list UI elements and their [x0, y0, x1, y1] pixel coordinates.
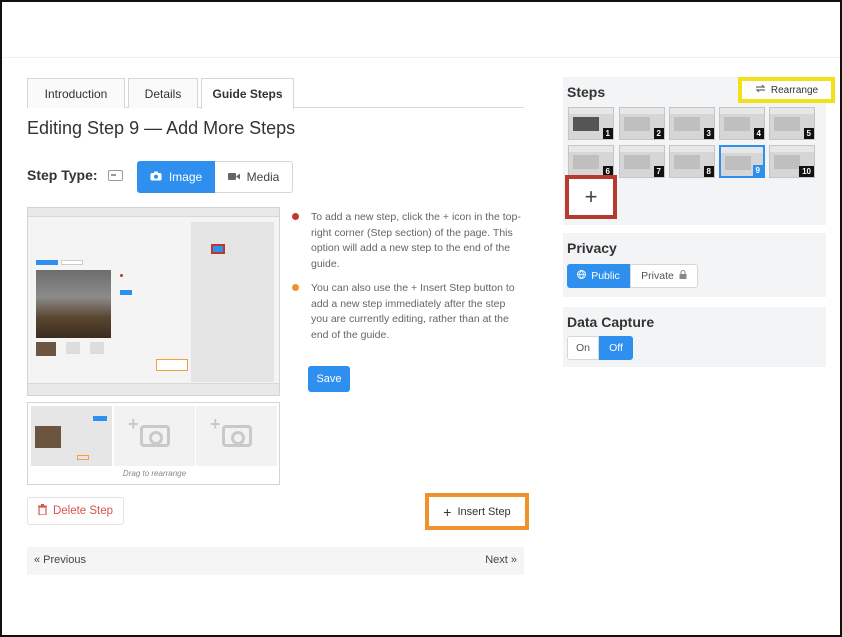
step-number: 2: [653, 128, 664, 139]
step-type-image-label: Image: [168, 170, 203, 184]
preview-bullet: [120, 274, 123, 277]
add-image-slot-2[interactable]: +: [114, 406, 195, 466]
add-camera-icon: [221, 425, 252, 447]
insert-step-button[interactable]: + Insert Step: [425, 493, 529, 530]
privacy-public-label: Public: [591, 270, 620, 282]
plus-icon: +: [443, 503, 452, 520]
tab-introduction[interactable]: Introduction: [27, 78, 125, 108]
privacy-title: Privacy: [567, 240, 617, 256]
plus-icon: +: [128, 414, 139, 434]
step-thumbnail[interactable]: 6: [568, 145, 614, 178]
preview-thumb-3: [90, 342, 104, 354]
step-number: 3: [703, 128, 714, 139]
add-image-slot-3[interactable]: +: [196, 406, 277, 466]
thumb-orange-mark: [77, 455, 89, 460]
delete-step-button[interactable]: Delete Step: [27, 497, 124, 525]
step-number: 8: [703, 166, 714, 177]
data-capture-on-button[interactable]: On: [567, 336, 599, 360]
preview-photo: [36, 270, 111, 338]
add-camera-icon: [139, 425, 170, 447]
privacy-panel: Privacy Public Private: [563, 233, 826, 297]
step-number: 7: [653, 166, 664, 177]
preview-save-button: [120, 290, 132, 295]
step-thumbnail[interactable]: 2: [619, 107, 665, 140]
step-thumbnail-selected[interactable]: 9: [719, 145, 765, 178]
step-thumbnail[interactable]: 1: [568, 107, 614, 140]
privacy-public-button[interactable]: Public: [567, 264, 630, 288]
thumb-photo: [35, 426, 61, 448]
tab-guide-steps[interactable]: Guide Steps: [201, 78, 294, 109]
preview-thumb-2: [66, 342, 80, 354]
step-type-image-button[interactable]: Image: [137, 161, 215, 193]
step-number: 1: [602, 128, 613, 139]
instruction-item: To add a new step, click the + icon in t…: [290, 210, 522, 272]
rearrange-button[interactable]: Rearrange: [738, 77, 835, 103]
preview-header-bar: [28, 208, 279, 217]
step-number: 9: [752, 165, 763, 176]
trash-icon: [37, 504, 47, 518]
camera-icon: [150, 170, 162, 184]
tab-details[interactable]: Details: [128, 78, 198, 108]
preview-add-step-highlight: [211, 244, 225, 254]
orange-bullet-icon: [292, 284, 299, 291]
step-type-label: Step Type:: [27, 167, 98, 183]
previous-link[interactable]: « Previous: [34, 554, 86, 566]
lock-icon: [679, 270, 687, 282]
preview-insert-step-highlight: [156, 359, 188, 371]
step-image-preview[interactable]: [27, 207, 280, 396]
globe-icon: [577, 270, 587, 282]
drag-to-rearrange-hint: Drag to rearrange: [122, 469, 187, 478]
step-thumbnail[interactable]: 5: [769, 107, 815, 140]
step-thumbnail[interactable]: 10: [769, 145, 815, 178]
instruction-item: You can also use the + Insert Step butto…: [290, 281, 522, 343]
tab-bar: Introduction Details Guide Steps: [27, 78, 524, 109]
video-icon: [227, 170, 240, 184]
rearrange-icon: [755, 84, 766, 96]
page-title: Editing Step 9 — Add More Steps: [27, 118, 296, 138]
plus-icon: +: [210, 414, 221, 434]
preview-thumb-1: [36, 342, 56, 356]
delete-step-label: Delete Step: [52, 505, 114, 517]
red-bullet-icon: [292, 213, 299, 220]
instruction-text: You can also use the + Insert Step butto…: [311, 282, 515, 341]
step-type-media-label: Media: [246, 170, 280, 184]
data-capture-off-button[interactable]: Off: [599, 336, 633, 360]
step-thumbnail[interactable]: 4: [719, 107, 765, 140]
rearrange-label: Rearrange: [770, 84, 819, 96]
image-thumbnail-1[interactable]: [31, 406, 112, 466]
preview-side-panel: [191, 222, 274, 382]
preview-footer: [28, 383, 279, 395]
steps-panel: Steps Rearrange 1 2 3 4 5 6 7 8 9 10 +: [563, 77, 835, 225]
data-capture-title: Data Capture: [567, 314, 655, 330]
step-number: 5: [803, 128, 814, 139]
thumb-blue-mark: [93, 416, 107, 421]
privacy-private-button[interactable]: Private: [630, 264, 698, 288]
image-thumbnail-strip: + + Drag to rearrange: [27, 402, 280, 485]
header-divider: [2, 57, 840, 58]
steps-title: Steps: [567, 84, 606, 100]
preview-media-toggle: [61, 260, 83, 265]
step-number: 10: [799, 166, 814, 177]
next-link[interactable]: Next »: [485, 554, 517, 566]
instruction-list: To add a new step, click the + icon in t…: [290, 210, 522, 352]
data-capture-panel: Data Capture On Off: [563, 307, 826, 367]
instruction-text: To add a new step, click the + icon in t…: [311, 211, 521, 270]
preview-image-toggle: [36, 260, 58, 265]
step-thumbnail[interactable]: 3: [669, 107, 715, 140]
step-thumbnail[interactable]: 8: [669, 145, 715, 178]
save-button[interactable]: Save: [308, 366, 350, 392]
step-thumbnail[interactable]: 7: [619, 145, 665, 178]
insert-step-label: Insert Step: [457, 505, 511, 518]
privacy-private-label: Private: [641, 270, 674, 282]
card-icon: [108, 170, 123, 181]
pager: « Previous Next »: [27, 547, 524, 575]
step-number: 4: [753, 128, 764, 139]
step-type-media-button[interactable]: Media: [215, 161, 293, 193]
add-step-button[interactable]: +: [565, 175, 617, 219]
